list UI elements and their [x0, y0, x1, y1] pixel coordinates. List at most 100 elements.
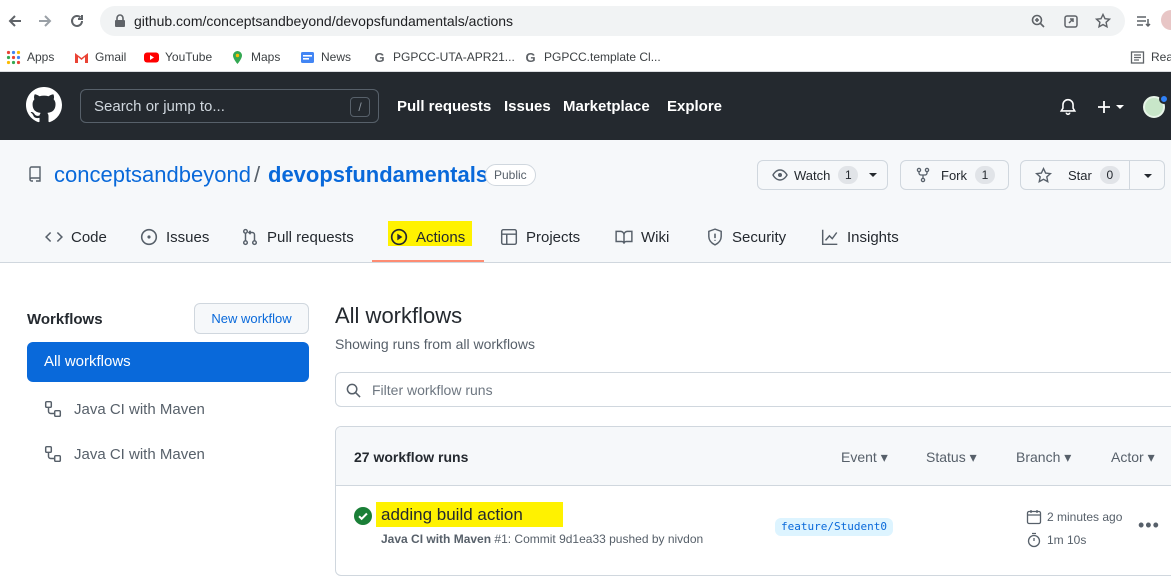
run-title-link[interactable]: adding build action	[381, 505, 523, 525]
reading-list-icon	[1130, 50, 1145, 64]
address-bar[interactable]: github.com/conceptsandbeyond/devopsfunda…	[100, 6, 1125, 36]
repo-owner-link[interactable]: conceptsandbeyond	[54, 162, 251, 188]
branch-filter-dropdown[interactable]: Branch ▾	[1016, 449, 1071, 466]
bookmark-pgpcc-template[interactable]: G PGPCC.template Cl...	[523, 48, 660, 66]
tab-wiki[interactable]: Wiki	[615, 228, 669, 246]
watch-count: 1	[838, 166, 859, 184]
run-meta: Java CI with Maven #1: Commit 9d1ea33 pu…	[381, 532, 703, 546]
workflow-runs-list: 27 workflow runs Event ▾ Status ▾ Branch…	[335, 426, 1171, 576]
fork-button[interactable]: Fork 1	[900, 160, 1009, 190]
eye-icon	[772, 169, 788, 181]
repo-icon	[29, 166, 41, 182]
dropdown-label: Event	[841, 449, 877, 465]
caret-down-icon: ▾	[969, 449, 977, 465]
workflow-label: Java CI with Maven	[74, 400, 205, 418]
browser-toolbar: github.com/conceptsandbeyond/devopsfunda…	[0, 0, 1171, 42]
tab-label: Wiki	[641, 228, 670, 246]
bookmark-maps[interactable]: Maps	[230, 48, 280, 66]
back-arrow-icon[interactable]	[4, 10, 26, 32]
bookmark-gmail[interactable]: Gmail	[74, 48, 126, 66]
share-icon[interactable]	[1063, 13, 1079, 29]
shield-icon	[708, 228, 722, 246]
plus-dropdown-icon[interactable]	[1096, 99, 1126, 115]
tab-pull-requests[interactable]: Pull requests	[241, 228, 354, 246]
filter-runs-input[interactable]: Filter workflow runs	[335, 372, 1171, 407]
url-text: github.com/conceptsandbeyond/devopsfunda…	[134, 13, 514, 29]
tab-label: Security	[732, 228, 787, 246]
calendar-icon	[1026, 510, 1042, 525]
repo-name-link[interactable]: devopsfundamentals	[268, 162, 488, 188]
event-filter-dropdown[interactable]: Event ▾	[841, 449, 888, 466]
branch-label[interactable]: feature/Student0	[775, 518, 893, 536]
tab-projects[interactable]: Projects	[500, 228, 580, 246]
project-table-icon	[500, 228, 518, 246]
sidebar-item-workflow[interactable]: Java CI with Maven	[44, 444, 205, 464]
tab-actions[interactable]: Actions	[390, 228, 465, 246]
profile-avatar[interactable]	[1161, 10, 1171, 30]
success-check-icon	[354, 507, 372, 525]
nav-marketplace[interactable]: Marketplace	[563, 98, 650, 115]
reload-icon[interactable]	[66, 10, 88, 32]
bookmark-label: Rea	[1151, 50, 1171, 64]
page-subtitle: Showing runs from all workflows	[335, 336, 535, 352]
fork-icon	[916, 167, 930, 183]
watch-button[interactable]: Watch 1	[757, 160, 888, 190]
star-count: 0	[1099, 166, 1120, 184]
workflow-label: Java CI with Maven	[74, 445, 205, 463]
bell-icon[interactable]	[1059, 98, 1077, 116]
bookmark-news[interactable]: News	[300, 48, 351, 66]
tab-insights[interactable]: Insights	[821, 228, 899, 246]
news-icon	[301, 51, 314, 63]
star-label: Star	[1068, 167, 1092, 183]
sidebar-item-all-workflows[interactable]: All workflows	[27, 342, 309, 382]
tab-issues[interactable]: Issues	[140, 228, 209, 246]
dropdown-label: Status	[926, 449, 966, 465]
watch-label: Watch	[794, 167, 831, 183]
bookmark-label: Maps	[251, 50, 281, 64]
nav-issues[interactable]: Issues	[504, 98, 551, 115]
run-commit-info: #1: Commit 9d1ea33 pushed by nivdon	[494, 532, 704, 546]
chevron-down-icon[interactable]	[1143, 171, 1153, 181]
bookmark-label: Gmail	[95, 50, 127, 64]
forward-arrow-icon[interactable]	[34, 10, 56, 32]
workflows-heading: Workflows	[27, 311, 103, 328]
code-icon	[45, 231, 63, 243]
star-button[interactable]: Star 0	[1020, 160, 1165, 190]
run-options-kebab-icon[interactable]: •••	[1138, 515, 1160, 536]
bookmark-pgpcc-uta[interactable]: G PGPCC-UTA-APR21...	[372, 48, 515, 66]
caret-down-icon: ▾	[1147, 449, 1155, 465]
tab-label: Actions	[416, 228, 466, 246]
stopwatch-icon	[1027, 532, 1041, 548]
actor-filter-dropdown[interactable]: Actor ▾	[1111, 449, 1155, 466]
tab-label: Projects	[526, 228, 581, 246]
maps-pin-icon	[233, 50, 242, 64]
nav-explore[interactable]: Explore	[667, 98, 722, 115]
g-logo-icon: G	[374, 49, 385, 65]
new-workflow-button[interactable]: New workflow	[194, 303, 309, 334]
bookmark-youtube[interactable]: YouTube	[144, 48, 212, 66]
issue-icon	[140, 228, 158, 246]
sidebar-item-workflow[interactable]: Java CI with Maven	[44, 399, 205, 419]
search-placeholder: Search or jump to...	[94, 98, 225, 115]
dropdown-label: Actor	[1111, 449, 1144, 465]
bookmark-reading-list[interactable]: Rea	[1130, 48, 1171, 66]
page-title: All workflows	[335, 303, 463, 328]
gmail-icon	[75, 52, 88, 63]
zoom-icon[interactable]	[1030, 13, 1046, 29]
bookmark-apps[interactable]: Apps	[6, 48, 54, 66]
tab-code[interactable]: Code	[45, 228, 107, 246]
star-bookmark-icon[interactable]	[1095, 13, 1111, 29]
caret-down-icon: ▾	[880, 449, 888, 465]
search-input[interactable]: Search or jump to... /	[80, 89, 379, 123]
reading-list-icon[interactable]	[1135, 13, 1151, 29]
star-icon	[1035, 166, 1052, 183]
nav-pull-requests[interactable]: Pull requests	[397, 98, 491, 115]
github-logo-icon[interactable]	[26, 87, 62, 123]
duration-text: 1m 10s	[1047, 533, 1087, 547]
filter-placeholder: Filter workflow runs	[372, 382, 493, 398]
status-filter-dropdown[interactable]: Status ▾	[926, 449, 977, 466]
tab-security[interactable]: Security	[706, 228, 786, 246]
run-workflow-name: Java CI with Maven	[381, 532, 492, 546]
workflow-icon	[44, 445, 62, 463]
bookmark-label: PGPCC-UTA-APR21...	[393, 50, 515, 64]
